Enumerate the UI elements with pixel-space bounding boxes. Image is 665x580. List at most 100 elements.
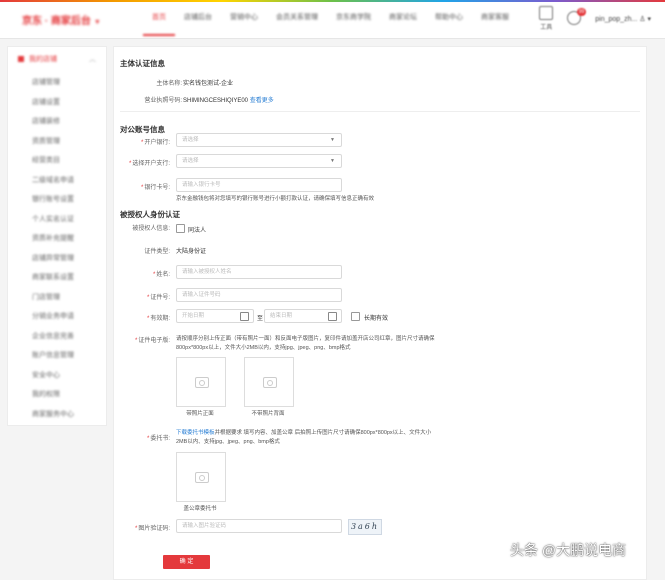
nav-item-forum[interactable]: 商家论坛 xyxy=(380,0,426,36)
id-front-upload[interactable] xyxy=(176,357,226,407)
message-badge: 99 xyxy=(576,7,587,16)
watermark: 头条 @大鹏说电商 xyxy=(510,542,627,558)
letter-upload[interactable] xyxy=(176,452,226,502)
bank-section-title: 对公账号信息 xyxy=(120,125,165,134)
camera-icon xyxy=(195,472,209,483)
start-date-placeholder: 开始日期 xyxy=(182,313,205,319)
sidebar-item[interactable]: 店铺设置 xyxy=(8,93,106,113)
sidebar-item[interactable]: 安全中心 xyxy=(8,366,106,386)
view-more-link[interactable]: 查看更多 xyxy=(250,98,274,104)
captcha-image[interactable]: 3a6h xyxy=(348,519,382,535)
id-label-text: 证件号: xyxy=(150,295,170,301)
sidebar-item[interactable]: 我的权限 xyxy=(8,385,106,405)
logo-text: 京东 · 商家后台 xyxy=(22,16,91,27)
id-number-input[interactable]: 请输入证件号码 xyxy=(176,288,342,302)
sidebar-item[interactable]: 资质补充提醒 xyxy=(8,229,106,249)
valid-label: *有效期: xyxy=(146,316,170,322)
date-to-label: 至 xyxy=(257,316,264,322)
photo-hint: 请按顺序分别上传正面（带有照片一面）和反面电子版图片，复印件请加盖开店公司红章，… xyxy=(176,336,435,351)
start-date-input[interactable]: 开始日期 xyxy=(176,309,254,323)
nav-item-crm[interactable]: 会员关系管理 xyxy=(267,0,327,36)
id-label: *证件号: xyxy=(146,295,170,301)
same-as-legal-label: 同法人 xyxy=(188,228,207,234)
confirm-button[interactable]: 确 定 xyxy=(163,555,210,569)
caret-down-icon: ▼ xyxy=(330,158,335,164)
valid-label-text: 有效期: xyxy=(150,316,170,322)
name-label-text: 姓名: xyxy=(156,272,170,278)
top-right-tools: 工具 99 pin_pop_zh... ♙ ▾ xyxy=(525,6,651,31)
license-value: SHIMINGCESHIQIYE00 查看更多 xyxy=(183,95,274,104)
id-front-caption: 带照片正面 xyxy=(186,411,214,417)
license-number: SHIMINGCESHIQIYE00 xyxy=(183,98,249,104)
subject-name-label: 主体名称: xyxy=(156,81,182,87)
captcha-input[interactable]: 请输入图片验证码 xyxy=(176,519,342,533)
captcha-label: *图片验证码: xyxy=(134,526,170,532)
branch-select-placeholder: 请选择 xyxy=(182,158,199,164)
sidebar-item[interactable]: 资质管理 xyxy=(8,132,106,152)
captcha-label-text: 图片验证码: xyxy=(138,526,170,532)
bank-hint: 京东金融钱包将对您填写的银行账号进行小额打款认证，请确保填写信息正确有效 xyxy=(176,196,375,202)
sidebar-item[interactable]: 账户信息管理 xyxy=(8,346,106,366)
subject-section-title: 主体认证信息 xyxy=(120,59,165,68)
sidebar-item[interactable]: 店铺管理 xyxy=(8,73,106,93)
letter-label: *委托书: xyxy=(146,436,170,442)
sidebar-item[interactable]: 分销业务申请 xyxy=(8,307,106,327)
nav-item-home[interactable]: 首页 xyxy=(143,0,175,36)
store-icon xyxy=(18,56,24,63)
card-number-input[interactable]: 请输入银行卡号 xyxy=(176,178,342,192)
sidebar-head-label: 我的店铺 xyxy=(29,56,57,63)
bank-select-placeholder: 请选择 xyxy=(182,137,199,143)
branch-label-text: 选择开户支行: xyxy=(132,161,170,167)
bank-label: *开户银行: xyxy=(140,140,170,146)
divider xyxy=(120,111,640,112)
calendar-icon xyxy=(240,312,249,321)
letter-label-text: 委托书: xyxy=(150,436,170,442)
sidebar-item[interactable]: 个人实名认证 xyxy=(8,210,106,230)
same-as-legal-checkbox[interactable] xyxy=(176,224,185,233)
camera-icon xyxy=(195,377,209,388)
sidebar-item[interactable]: 店铺异常管理 xyxy=(8,249,106,269)
caret-down-icon: ▼ xyxy=(330,137,335,143)
photo-label-text: 证件电子版: xyxy=(138,338,170,344)
sidebar-item[interactable]: 二级域名申请 xyxy=(8,171,106,191)
card-label: *银行卡号: xyxy=(140,185,170,191)
sidebar-item[interactable]: 经营类目 xyxy=(8,151,106,171)
message-button[interactable]: 99 xyxy=(567,7,587,27)
bank-select[interactable]: 请选择 ▼ xyxy=(176,133,342,147)
sidebar-head[interactable]: 我的店铺 ︿ xyxy=(8,47,106,73)
long-term-checkbox[interactable] xyxy=(351,312,360,321)
sidebar-item[interactable]: 门店管理 xyxy=(8,288,106,308)
main-panel: 主体认证信息 主体名称: 实名钱包测试-企业 营业执照号码: SHIMINGCE… xyxy=(113,46,647,580)
nav-item-academy[interactable]: 京东商学院 xyxy=(327,0,380,36)
card-label-text: 银行卡号: xyxy=(144,185,170,191)
sidebar-item[interactable]: 企业信息完善 xyxy=(8,327,106,347)
sidebar: 我的店铺 ︿ 店铺管理 店铺设置 店铺装修 资质管理 经营类目 二级域名申请 银… xyxy=(7,46,107,426)
id-back-upload[interactable] xyxy=(244,357,294,407)
end-date-input[interactable]: 结束日期 xyxy=(264,309,342,323)
branch-label: *选择开户支行: xyxy=(128,161,170,167)
user-menu[interactable]: pin_pop_zh... ♙ ▾ xyxy=(595,15,651,23)
sidebar-item[interactable]: 银行账号设置 xyxy=(8,190,106,210)
license-label: 营业执照号码: xyxy=(144,98,182,104)
name-input[interactable]: 请输入被授权人姓名 xyxy=(176,265,342,279)
logo[interactable]: 京东 · 商家后台 ▼ xyxy=(22,12,101,27)
tools-button[interactable]: 工具 xyxy=(539,6,554,31)
nav-item-help[interactable]: 帮助中心 xyxy=(426,0,472,36)
doc-type-label: 证件类型: xyxy=(144,249,170,255)
branch-select[interactable]: 请选择 ▼ xyxy=(176,154,342,168)
grid-icon xyxy=(539,6,554,20)
tools-label: 工具 xyxy=(540,25,553,31)
sidebar-item[interactable]: 店铺装修 xyxy=(8,112,106,132)
letter-hint-text: 并根据要求 填写内容、加盖公章 后拍照上传图片尺寸请确保800px*800px以… xyxy=(176,430,432,445)
photo-label: *证件电子版: xyxy=(134,338,170,344)
sidebar-item[interactable]: 商家服务中心 xyxy=(8,405,106,425)
nav-item-shop[interactable]: 店铺后台 xyxy=(175,0,221,36)
letter-hint: 下载委托书模板并根据要求 填写内容、加盖公章 后拍照上传图片尺寸请确保800px… xyxy=(176,429,440,447)
top-bar: 京东 · 商家后台 ▼ 首页 店铺后台 营销中心 会员关系管理 京东商学院 商家论… xyxy=(0,0,665,39)
nav-item-service[interactable]: 商家客服 xyxy=(472,0,518,36)
download-template-link[interactable]: 下载委托书模板 xyxy=(176,430,215,436)
nav-item-marketing[interactable]: 营销中心 xyxy=(221,0,267,36)
sidebar-item[interactable]: 商家联系设置 xyxy=(8,268,106,288)
chevron-up-icon: ︿ xyxy=(89,56,96,63)
auth-section-title: 被授权人身份认证 xyxy=(120,210,180,219)
